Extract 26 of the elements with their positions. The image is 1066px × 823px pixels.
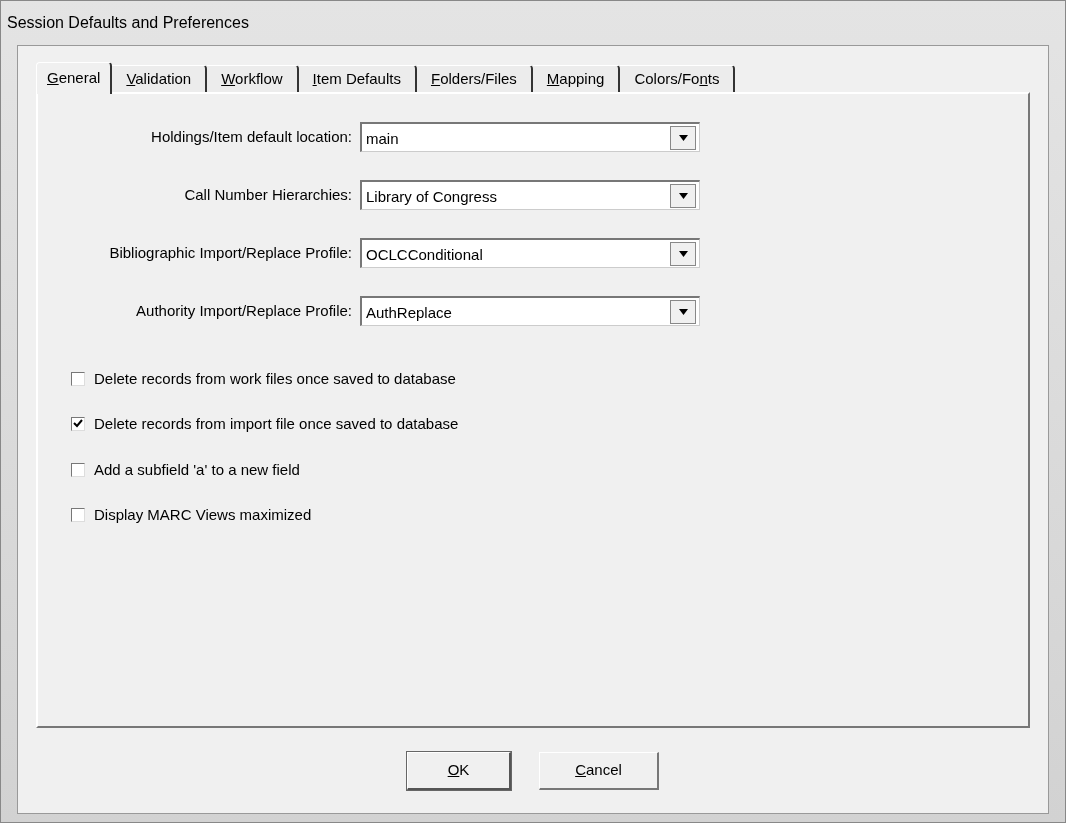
dropdown[interactable]: AuthReplace	[360, 296, 700, 326]
tab[interactable]: Validation	[112, 65, 208, 92]
dropdown[interactable]: Library of Congress	[360, 180, 700, 210]
checkbox[interactable]	[71, 463, 85, 478]
tab[interactable]: Item Defaults	[298, 65, 417, 92]
tab[interactable]: Folders/Files	[416, 65, 533, 92]
tab[interactable]: Mapping	[532, 65, 621, 92]
field-label: Authority Import/Replace Profile:	[135, 300, 353, 321]
dialog-button[interactable]: Cancel	[539, 752, 659, 790]
tab[interactable]: General	[36, 62, 113, 94]
dialog-button[interactable]: OK	[407, 752, 511, 790]
tab[interactable]: Workflow	[207, 65, 299, 92]
checkbox[interactable]	[71, 416, 85, 431]
window-title: Session Defaults and Preferences	[7, 13, 249, 33]
checkbox-label: Delete records from work files once saved to database	[94, 369, 456, 389]
checkbox-label: Delete records from import file once saved to database	[94, 413, 459, 434]
dropdown[interactable]: OCLCConditional	[360, 238, 700, 268]
checkbox-label: Display MARC Views maximized	[94, 504, 312, 525]
field-label: Holdings/Item default location:	[150, 126, 353, 147]
dropdown[interactable]: main	[360, 122, 700, 152]
checkbox[interactable]	[71, 507, 85, 522]
checkbox-label: Add a subfield 'a' to a new field	[94, 460, 300, 480]
tab[interactable]: Colors/Fonts	[620, 65, 736, 92]
field-label: Bibliographic Import/Replace Profile:	[108, 242, 353, 263]
field-label: Call Number Hierarchies:	[183, 184, 353, 205]
checkbox[interactable]	[71, 372, 85, 387]
